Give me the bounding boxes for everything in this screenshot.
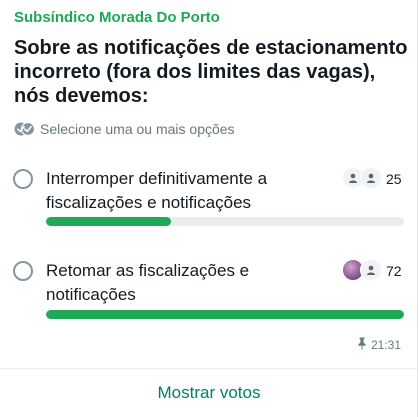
vote-count: 72 <box>386 263 402 279</box>
option-radio[interactable] <box>13 169 33 189</box>
show-votes-button[interactable]: Mostrar votos <box>0 369 418 417</box>
person-icon <box>360 167 382 189</box>
option-radio[interactable] <box>13 261 33 281</box>
pin-icon <box>357 337 367 353</box>
vote-progress-fill <box>46 217 172 226</box>
message-time: 21:31 <box>370 338 401 352</box>
poll-card: Subsíndico Morada Do Porto Sobre as noti… <box>0 0 418 417</box>
double-check-icon <box>14 122 36 136</box>
poll-hint-text: Selecione uma ou mais opções <box>40 121 235 137</box>
person-icon <box>360 259 382 281</box>
poll-hint: Selecione uma ou mais opções <box>14 121 235 137</box>
option-label[interactable]: Interromper definitivamente a fiscalizaç… <box>46 167 316 215</box>
vote-progress-bar <box>46 310 404 319</box>
voter-avatars <box>342 259 382 281</box>
voter-avatars <box>342 167 382 189</box>
option-label[interactable]: Retomar as fiscalizações e notificações <box>46 259 316 307</box>
vote-count: 25 <box>386 171 402 187</box>
message-meta: 21:31 <box>357 337 401 353</box>
poll-question: Sobre as notificações de estacionamento … <box>14 37 408 107</box>
sender-name[interactable]: Subsíndico Morada Do Porto <box>14 9 220 26</box>
vote-progress-bar <box>46 217 404 226</box>
vote-progress-fill <box>46 310 404 319</box>
